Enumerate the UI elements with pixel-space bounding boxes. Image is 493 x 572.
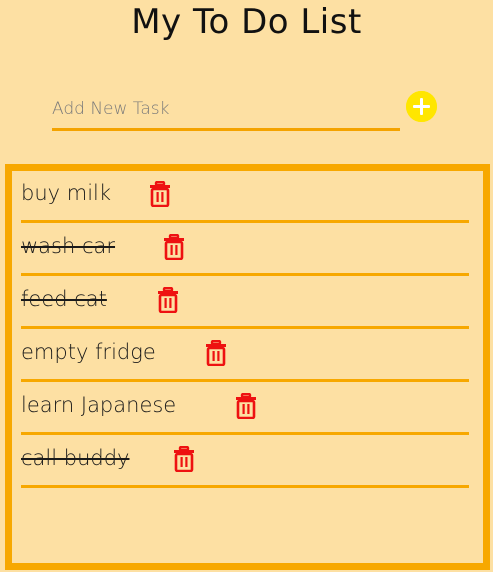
plus-circle-icon [406, 91, 437, 122]
task-list: buy milk wash car feed cat empty fridge … [5, 164, 490, 570]
list-item: learn Japanese [21, 385, 469, 435]
task-label[interactable]: call buddy [21, 446, 130, 470]
list-item: buy milk [21, 173, 469, 223]
add-task-button[interactable] [406, 91, 437, 122]
trash-icon[interactable] [205, 340, 227, 366]
task-label[interactable]: learn Japanese [21, 393, 176, 417]
task-label[interactable]: empty fridge [21, 340, 156, 364]
add-task-input[interactable] [52, 90, 400, 131]
trash-icon[interactable] [157, 287, 179, 313]
page-title: My To Do List [131, 2, 362, 42]
list-item: empty fridge [21, 332, 469, 382]
trash-icon[interactable] [163, 234, 185, 260]
task-label[interactable]: wash car [21, 234, 115, 258]
trash-icon[interactable] [173, 446, 195, 472]
list-item: wash car [21, 226, 469, 276]
trash-icon[interactable] [235, 393, 257, 419]
add-task-row [52, 90, 438, 134]
task-label[interactable]: buy milk [21, 181, 111, 205]
trash-icon[interactable] [149, 181, 171, 207]
list-item: feed cat [21, 279, 469, 329]
list-item: call buddy [21, 438, 469, 488]
task-label[interactable]: feed cat [21, 287, 107, 311]
